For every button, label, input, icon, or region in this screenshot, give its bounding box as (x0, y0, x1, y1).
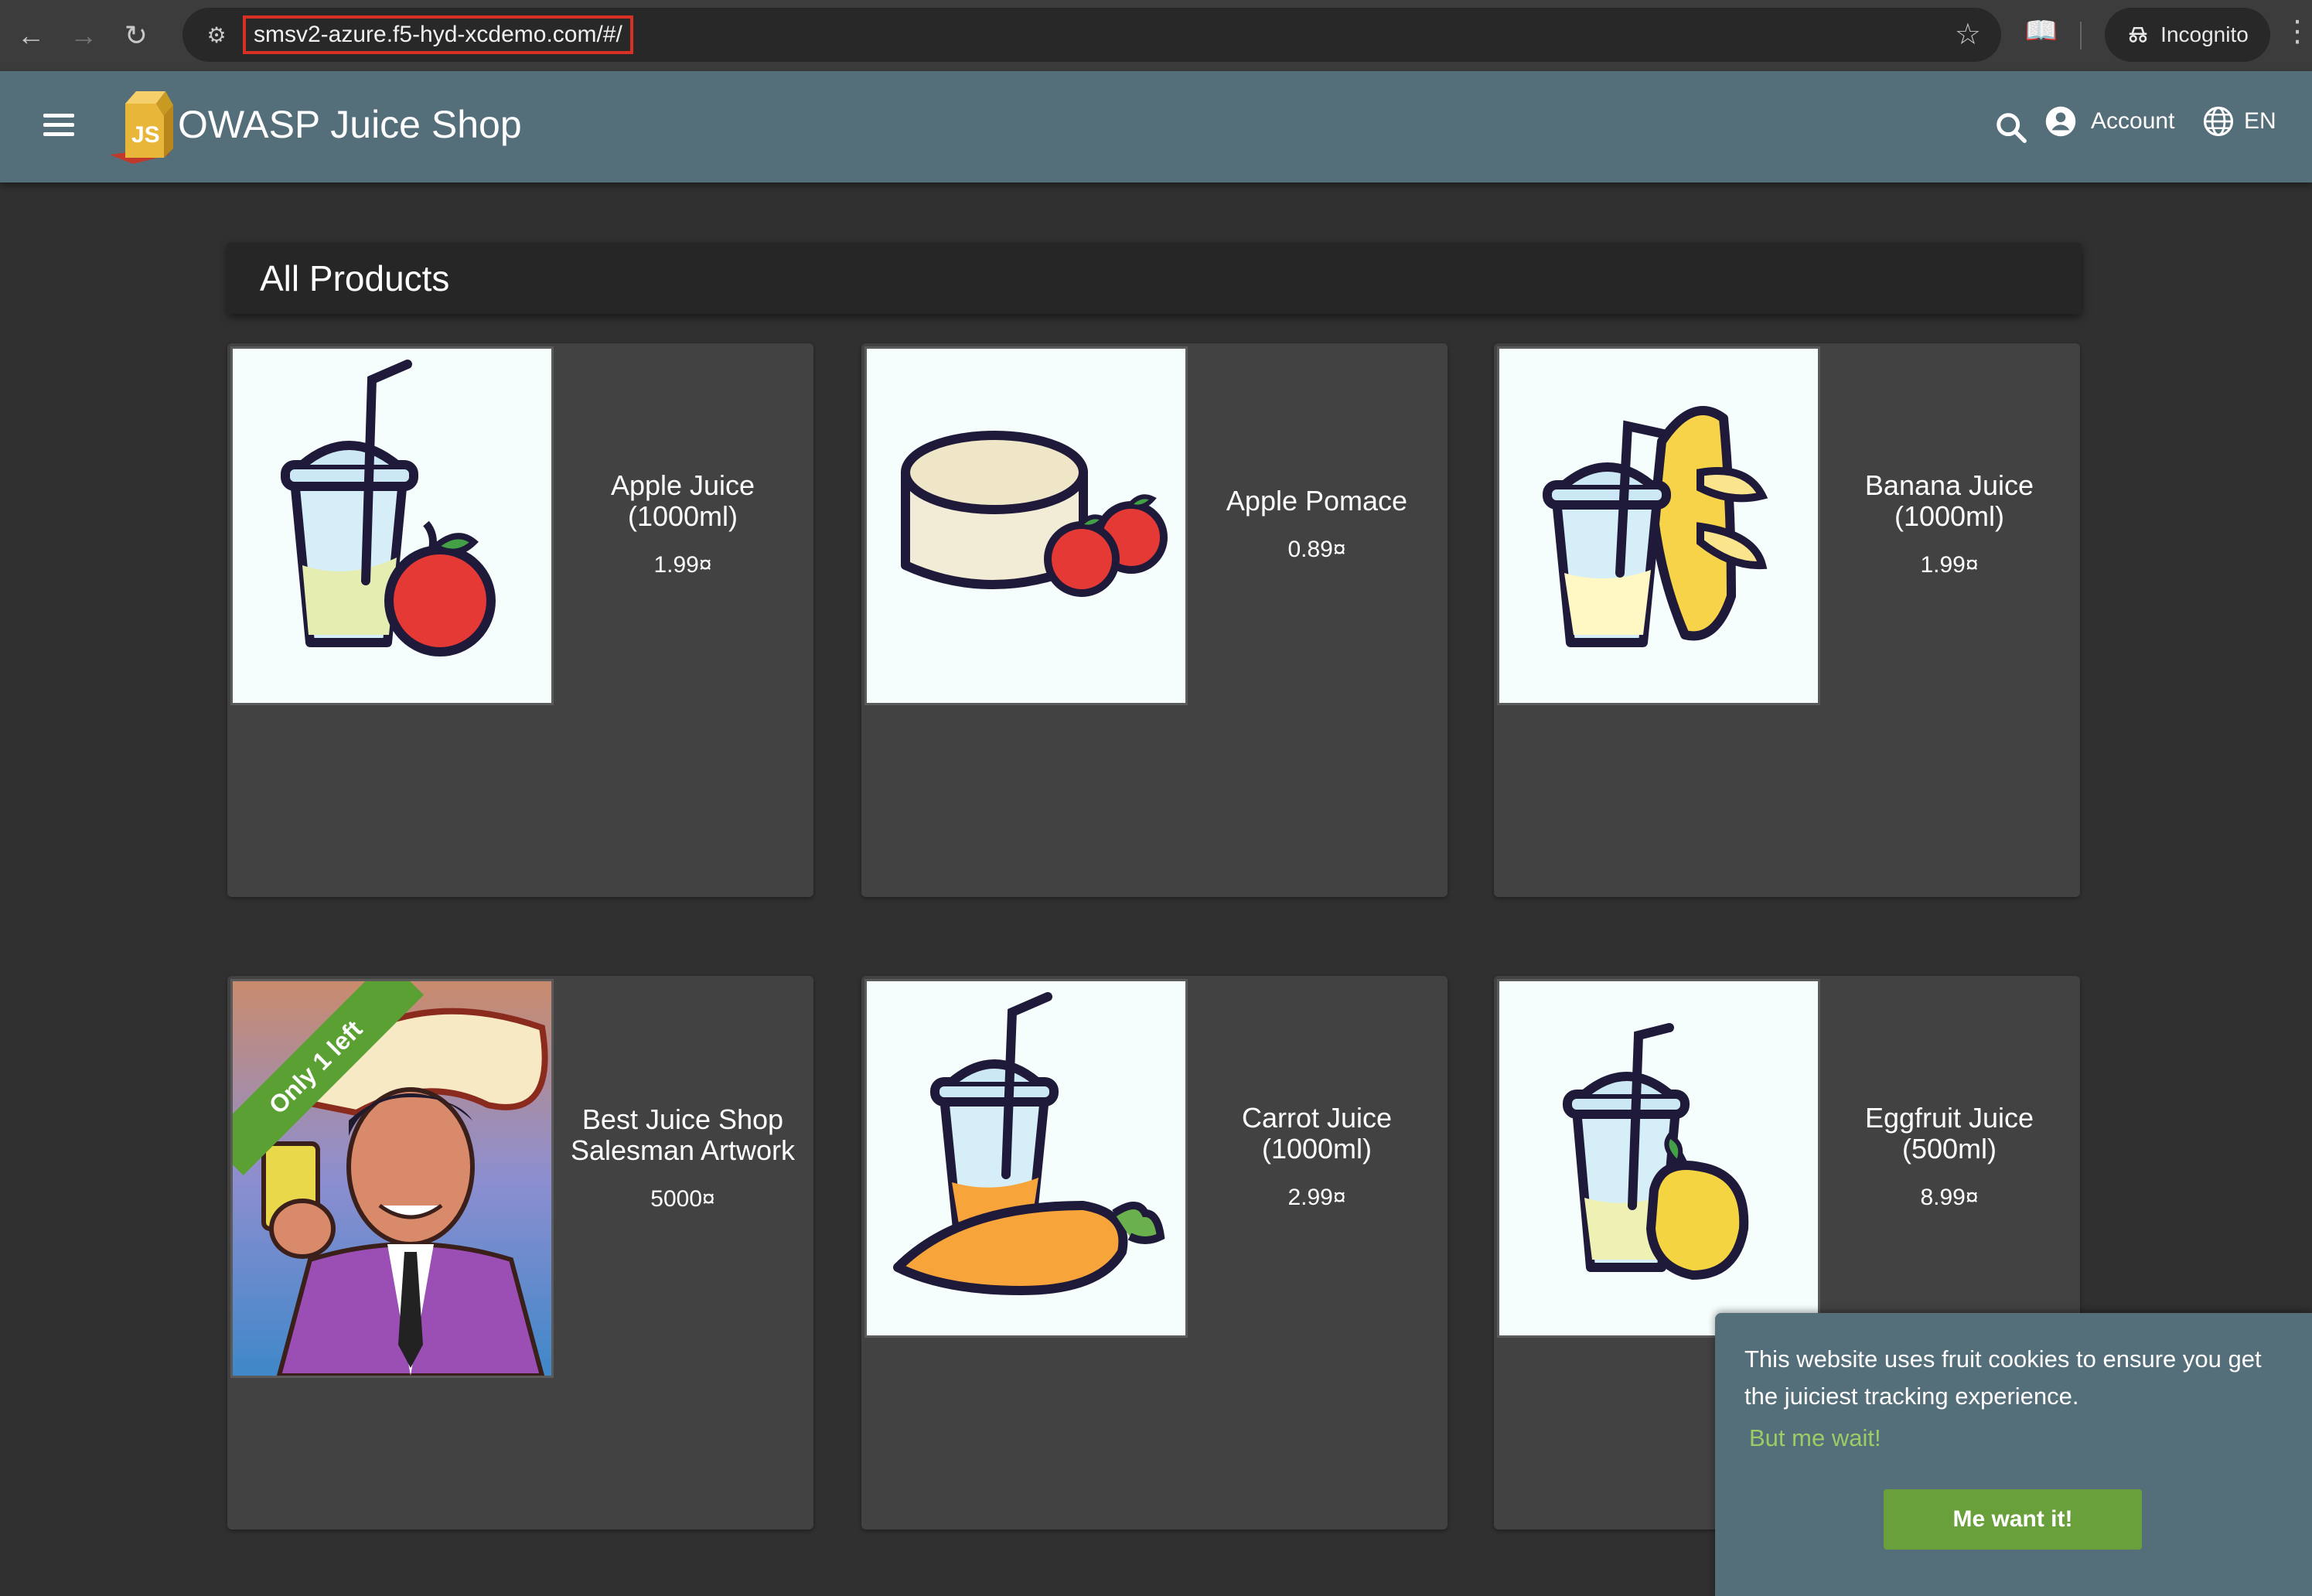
product-name: Apple Pomace (1226, 485, 1408, 517)
product-image[interactable]: Only 1 left (230, 979, 554, 1378)
incognito-badge[interactable]: Incognito (2105, 8, 2270, 62)
svg-text:JS: JS (131, 122, 160, 148)
search-icon[interactable] (1993, 110, 2029, 145)
product-card[interactable]: Apple Juice (1000ml) 1.99¤ (227, 343, 813, 897)
product-card[interactable]: Carrot Juice (1000ml) 2.99¤ (861, 976, 1448, 1530)
carrot-juice-icon (893, 992, 1165, 1295)
cookie-message: This website uses fruit cookies to ensur… (1744, 1345, 2262, 1410)
url-text[interactable]: smsv2-azure.f5-hyd-xcdemo.com/#/ (243, 15, 633, 54)
globe-icon (2203, 106, 2234, 137)
browser-menu-icon[interactable]: ⋮ (2283, 14, 2312, 49)
page-title: All Products (227, 243, 2082, 314)
product-image[interactable] (1497, 979, 1820, 1338)
apple-juice-icon (281, 360, 496, 656)
toolbar-divider (2080, 22, 2082, 49)
site-info-icon[interactable]: ⚙ (193, 22, 240, 48)
banana-juice-icon (1543, 406, 1768, 647)
product-name: Banana Juice (1000ml) (1864, 469, 2034, 532)
address-bar[interactable]: ⚙ smsv2-azure.f5-hyd-xcdemo.com/#/ ☆ (182, 8, 2001, 62)
product-card[interactable]: Only 1 left Best Juice Shop Salesman Art… (227, 976, 813, 1530)
language-label: EN (2244, 108, 2276, 134)
app-toolbar: JS OWASP Juice Shop Account EN (0, 71, 2312, 182)
language-button[interactable]: EN (2202, 105, 2276, 138)
reading-mode-icon[interactable]: 📖 (2020, 15, 2063, 56)
apple-pomace-icon (901, 431, 1168, 597)
eggfruit-juice-icon (1563, 1023, 1749, 1281)
product-image[interactable] (864, 346, 1188, 705)
product-image[interactable] (230, 346, 554, 705)
product-image[interactable] (864, 979, 1188, 1338)
reload-icon[interactable]: ↻ (114, 14, 158, 57)
browser-chrome: ← → ↻ ⚙ smsv2-azure.f5-hyd-xcdemo.com/#/… (0, 0, 2312, 71)
product-name: Best Juice Shop Salesman Artwork (570, 1103, 796, 1166)
product-card[interactable]: Banana Juice (1000ml) 1.99¤ (1494, 343, 2080, 897)
product-price: 5000¤ (650, 1186, 715, 1212)
salesman-artwork (233, 981, 551, 1376)
product-price: 8.99¤ (1920, 1185, 1979, 1210)
juice-shop-logo[interactable]: JS (102, 84, 179, 170)
cookie-learn-more-link[interactable]: But me wait! (1749, 1424, 1881, 1452)
cookie-accept-button[interactable]: Me want it! (1884, 1489, 2142, 1550)
hamburger-menu-icon[interactable] (40, 108, 77, 145)
product-name: Apple Juice (1000ml) (610, 469, 755, 532)
product-price: 2.99¤ (1287, 1185, 1346, 1210)
incognito-icon (2129, 27, 2147, 43)
account-label: Account (2091, 108, 2175, 134)
product-name: Carrot Juice (1000ml) (1241, 1102, 1393, 1165)
back-icon[interactable]: ← (9, 14, 53, 57)
product-price: 1.99¤ (653, 552, 712, 578)
cookie-consent-banner: This website uses fruit cookies to ensur… (1715, 1313, 2312, 1596)
product-card[interactable]: Apple Pomace 0.89¤ (861, 343, 1448, 897)
product-image[interactable] (1497, 346, 1820, 705)
incognito-label: Incognito (2160, 22, 2249, 46)
app-title[interactable]: OWASP Juice Shop (178, 102, 522, 147)
account-button[interactable]: Account (2044, 105, 2174, 138)
product-name: Eggfruit Juice (500ml) (1864, 1102, 2034, 1165)
product-price: 1.99¤ (1920, 552, 1979, 578)
account-circle-icon (2045, 106, 2076, 137)
product-price: 0.89¤ (1287, 537, 1346, 562)
bookmark-star-icon[interactable]: ☆ (1955, 17, 1981, 52)
forward-icon[interactable]: → (62, 14, 105, 57)
